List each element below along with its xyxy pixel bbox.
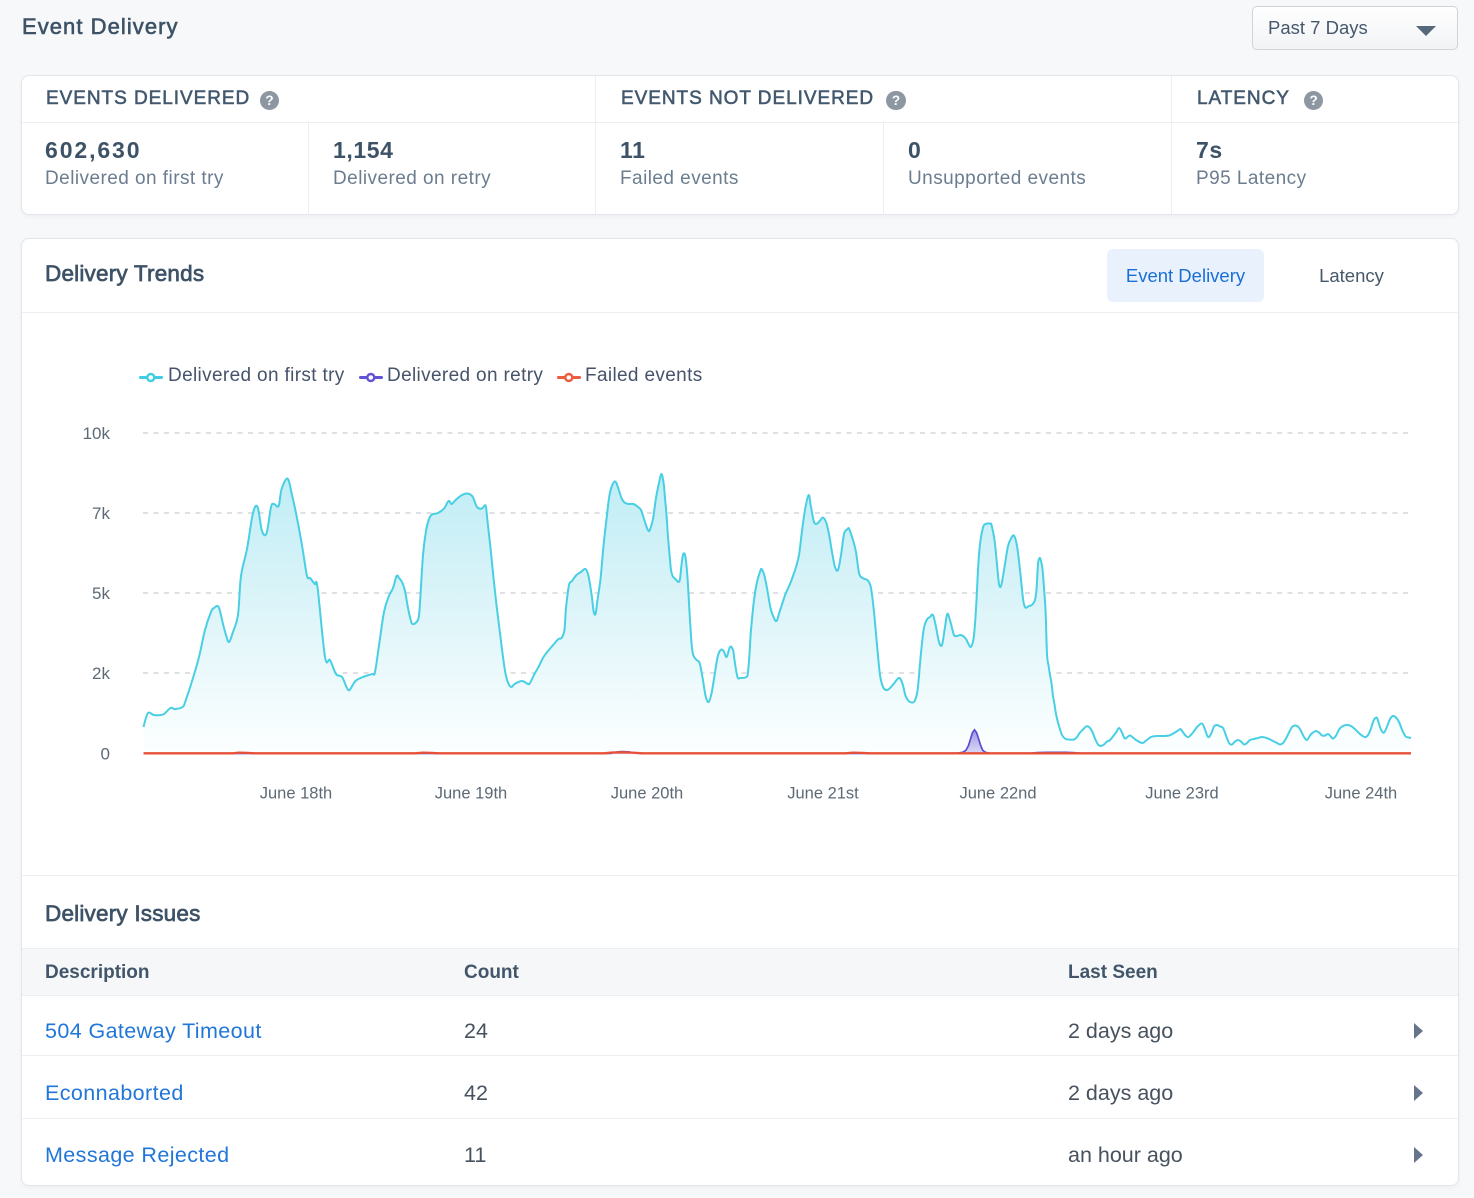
svg-text:5k: 5k (92, 584, 110, 603)
svg-text:June 22nd: June 22nd (959, 785, 1036, 803)
svg-text:June 21st: June 21st (787, 785, 859, 803)
svg-text:June 18th: June 18th (260, 785, 332, 803)
svg-text:June 19th: June 19th (435, 785, 507, 803)
svg-text:0: 0 (101, 745, 110, 764)
svg-text:10k: 10k (83, 424, 111, 443)
svg-text:June 24th: June 24th (1325, 785, 1397, 803)
svg-text:June 20th: June 20th (611, 785, 683, 803)
svg-text:7k: 7k (92, 504, 110, 523)
svg-text:June 23rd: June 23rd (1145, 785, 1218, 803)
svg-text:2k: 2k (92, 664, 110, 683)
